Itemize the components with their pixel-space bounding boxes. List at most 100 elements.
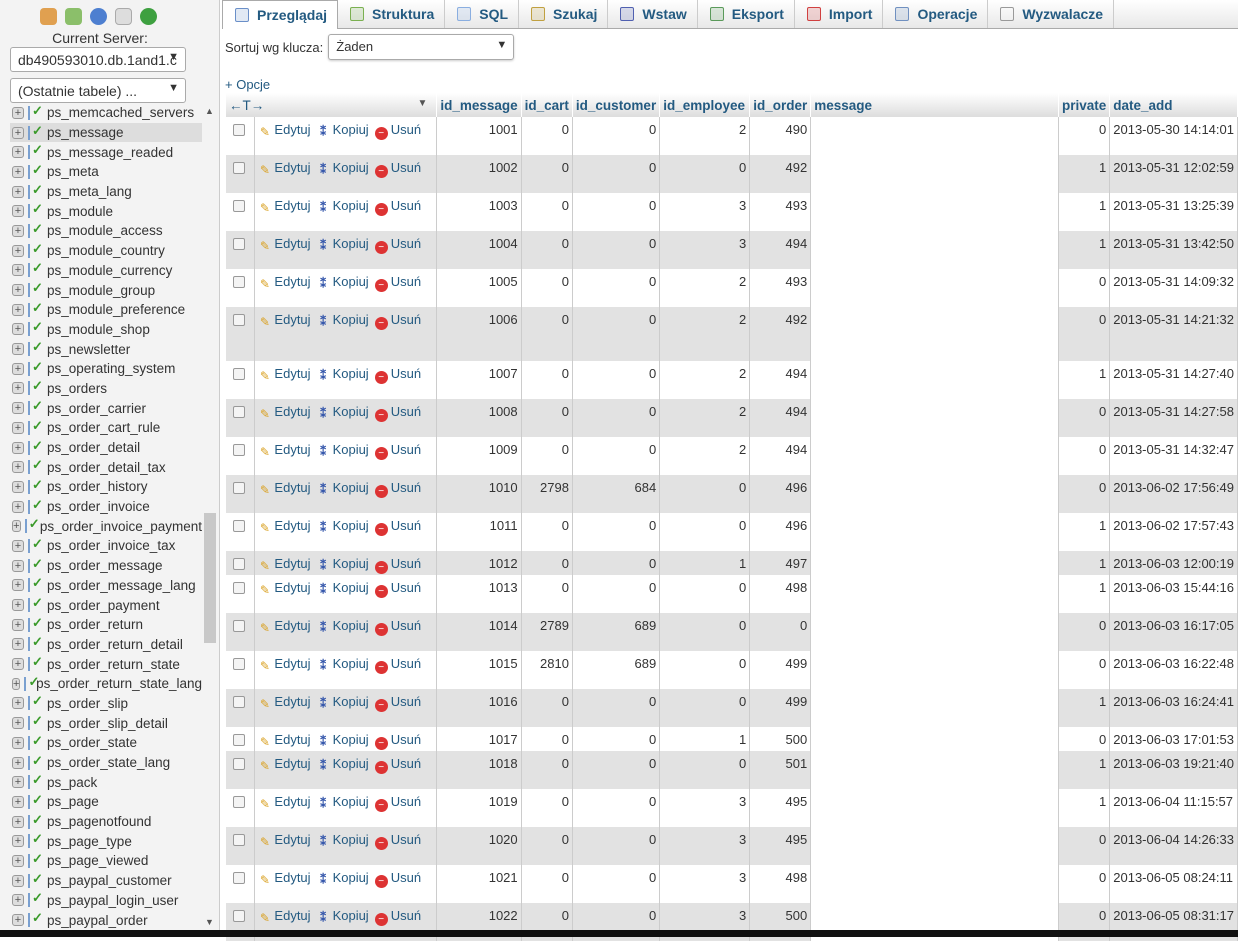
row-checkbox[interactable] (233, 758, 245, 770)
cell-id_message[interactable]: 1014 (436, 613, 522, 651)
expand-icon[interactable]: + (12, 736, 24, 749)
tab-struktura[interactable]: Struktura (338, 0, 446, 28)
cell-id_employee[interactable]: 2 (659, 307, 751, 361)
sidebar-item-table[interactable]: + ps_module_country (10, 241, 202, 261)
cell-date_add[interactable]: 2013-05-30 14:14:01 (1109, 117, 1238, 155)
delete-link[interactable]: − Usuń (374, 518, 421, 536)
expand-icon[interactable]: + (12, 224, 24, 237)
cell-private[interactable]: 1 (1058, 575, 1111, 613)
expand-icon[interactable]: + (12, 402, 24, 415)
cell-id_employee[interactable]: 0 (659, 651, 751, 689)
expand-icon[interactable]: + (12, 795, 24, 808)
row-checkbox[interactable] (233, 482, 245, 494)
edit-link[interactable]: ✎ Edytuj (258, 656, 311, 673)
sidebar-item-table[interactable]: + ps_pack (10, 772, 202, 792)
cell-date_add[interactable]: 2013-05-31 14:27:58 (1109, 399, 1238, 437)
cell-message[interactable] (810, 651, 1059, 689)
edit-link[interactable]: ✎ Edytuj (258, 756, 311, 773)
edit-link[interactable]: ✎ Edytuj (258, 442, 311, 459)
cell-id_order[interactable]: 493 (749, 193, 812, 231)
cell-id_customer[interactable]: 689 (572, 651, 661, 689)
edit-link[interactable]: ✎ Edytuj (258, 480, 311, 497)
cell-id_customer[interactable]: 0 (572, 437, 661, 475)
expand-icon[interactable]: + (12, 599, 24, 612)
edit-link[interactable]: ✎ Edytuj (258, 732, 311, 749)
copy-link[interactable]: ⁑ Kopiuj (317, 518, 369, 535)
column-header-date_add[interactable]: date_add (1109, 93, 1238, 117)
copy-link[interactable]: ⁑ Kopiuj (317, 694, 369, 711)
row-checkbox[interactable] (233, 406, 245, 418)
delete-link[interactable]: − Usuń (374, 794, 421, 812)
cell-message[interactable] (810, 155, 1059, 193)
cell-id_order[interactable]: 500 (749, 727, 812, 751)
sidebar-item-table[interactable]: + ps_newsletter (10, 339, 202, 359)
cell-date_add[interactable]: 2013-05-31 14:09:32 (1109, 269, 1238, 307)
cell-id_customer[interactable]: 0 (572, 155, 661, 193)
cell-id_employee[interactable]: 0 (659, 613, 751, 651)
cell-date_add[interactable]: 2013-06-03 15:44:16 (1109, 575, 1238, 613)
sidebar-item-table[interactable]: + ps_module_access (10, 221, 202, 241)
cell-id_order[interactable]: 499 (749, 689, 812, 727)
sidebar-item-table[interactable]: + ps_order_invoice_payment (10, 516, 202, 536)
delete-link[interactable]: − Usuń (374, 870, 421, 888)
cell-id_cart[interactable]: 0 (521, 575, 573, 613)
cell-private[interactable]: 1 (1058, 689, 1111, 727)
expand-icon[interactable]: + (12, 835, 24, 848)
sidebar-item-table[interactable]: + ps_order_slip_detail (10, 713, 202, 733)
column-resize-header[interactable]: ←T→ ▼ (226, 93, 438, 117)
expand-icon[interactable]: + (12, 697, 24, 710)
cell-id_order[interactable]: 0 (749, 613, 812, 651)
server-select[interactable]: db490593010.db.1and1.c ▼ (10, 47, 186, 72)
delete-link[interactable]: − Usuń (374, 366, 421, 384)
sidebar-item-table[interactable]: + ps_module_preference (10, 300, 202, 320)
cell-private[interactable]: 0 (1058, 727, 1111, 751)
delete-link[interactable]: − Usuń (374, 756, 421, 774)
cell-date_add[interactable]: 2013-06-04 14:26:33 (1109, 827, 1238, 865)
sidebar-item-table[interactable]: + ps_order_payment (10, 595, 202, 615)
edit-link[interactable]: ✎ Edytuj (258, 366, 311, 383)
sidebar-item-table[interactable]: + ps_meta_lang (10, 182, 202, 202)
cell-id_cart[interactable]: 0 (521, 399, 573, 437)
column-header-id_order[interactable]: id_order (749, 93, 812, 117)
tree-scrollbar[interactable]: ▲ ▼ (202, 103, 218, 930)
column-menu-icon[interactable]: ▼ (417, 98, 427, 109)
sidebar-item-table[interactable]: + ps_order_message (10, 556, 202, 576)
cell-id_order[interactable]: 497 (749, 551, 812, 575)
cell-private[interactable]: 1 (1058, 751, 1111, 789)
cell-id_employee[interactable]: 3 (659, 827, 751, 865)
sidebar-item-table[interactable]: + ps_order_invoice_tax (10, 536, 202, 556)
sidebar-item-table[interactable]: + ps_module (10, 201, 202, 221)
cell-id_employee[interactable]: 3 (659, 865, 751, 903)
tab-sql[interactable]: SQL (445, 0, 520, 28)
logout-icon[interactable] (65, 8, 82, 25)
cell-date_add[interactable]: 2013-05-31 12:02:59 (1109, 155, 1238, 193)
sidebar-item-table[interactable]: + ps_order_return (10, 615, 202, 635)
sidebar-item-table[interactable]: + ps_order_return_detail (10, 634, 202, 655)
sidebar-item-table[interactable]: + ps_message_readed (10, 142, 202, 162)
expand-icon[interactable]: + (12, 500, 24, 513)
cell-id_order[interactable]: 495 (749, 789, 812, 827)
expand-icon[interactable]: + (12, 323, 24, 336)
sidebar-item-table[interactable]: + ps_order_carrier (10, 398, 202, 418)
cell-date_add[interactable]: 2013-05-31 13:42:50 (1109, 231, 1238, 269)
tab-przeglądaj[interactable]: Przeglądaj (222, 0, 339, 29)
cell-id_employee[interactable]: 2 (659, 269, 751, 307)
cell-id_cart[interactable]: 0 (521, 269, 573, 307)
edit-link[interactable]: ✎ Edytuj (258, 160, 311, 177)
expand-icon[interactable]: + (12, 205, 24, 218)
cell-message[interactable] (810, 269, 1059, 307)
sidebar-item-table[interactable]: + ps_order_return_state (10, 654, 202, 674)
cell-id_employee[interactable]: 0 (659, 751, 751, 789)
column-header-id_cart[interactable]: id_cart (521, 93, 573, 117)
reload-icon[interactable] (140, 8, 157, 25)
cell-id_cart[interactable]: 0 (521, 361, 573, 399)
row-checkbox[interactable] (233, 276, 245, 288)
cell-date_add[interactable]: 2013-06-03 12:00:19 (1109, 551, 1238, 575)
copy-link[interactable]: ⁑ Kopiuj (317, 442, 369, 459)
cell-id_customer[interactable]: 689 (572, 613, 661, 651)
sidebar-item-table[interactable]: + ps_paypal_order (10, 910, 202, 930)
copy-link[interactable]: ⁑ Kopiuj (317, 366, 369, 383)
cell-id_employee[interactable]: 0 (659, 155, 751, 193)
cell-message[interactable] (810, 513, 1059, 551)
cell-id_employee[interactable]: 3 (659, 193, 751, 231)
